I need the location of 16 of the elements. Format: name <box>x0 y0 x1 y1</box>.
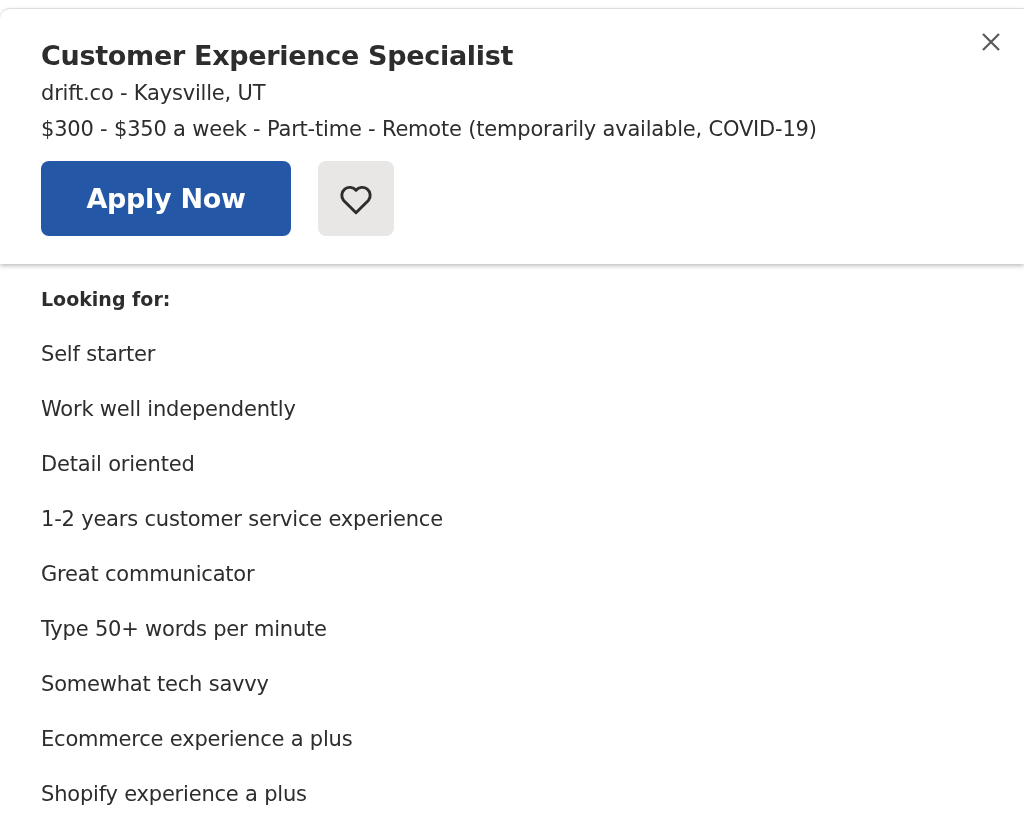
requirement-text: Work well independently <box>41 396 297 423</box>
requirement-text: Self starter <box>41 341 157 368</box>
requirement-text: Detail oriented <box>41 451 196 478</box>
requirement-text: Shopify experience a plus <box>41 781 308 808</box>
apply-button[interactable]: Apply Now <box>41 161 291 236</box>
job-title: Customer Experience Specialist <box>41 39 515 73</box>
section-heading: Looking for: <box>41 287 172 312</box>
requirement-text: 1-2 years customer service experience <box>41 506 444 533</box>
company-location: drift.co - Kaysville, UT <box>41 80 267 107</box>
requirement-text: Type 50+ words per minute <box>41 616 328 643</box>
requirement-text: Somewhat tech savvy <box>41 671 270 698</box>
close-icon[interactable] <box>981 32 1001 52</box>
job-details: $300 - $350 a week - Part-time - Remote (temporarily available, COVID-19) <box>41 116 818 143</box>
requirement-text: Great communicator <box>41 561 256 588</box>
requirement-text: Ecommerce experience a plus <box>41 726 354 753</box>
save-job-button[interactable] <box>318 161 394 236</box>
